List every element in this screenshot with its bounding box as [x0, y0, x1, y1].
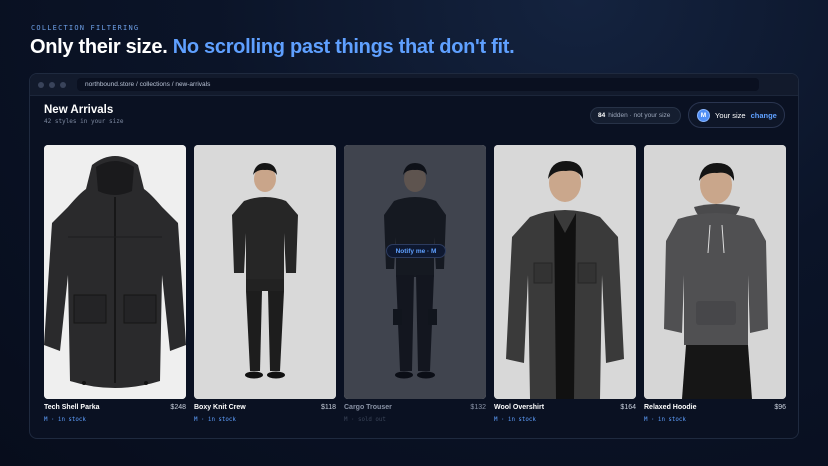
- product-name[interactable]: Boxy Knit Crew: [194, 404, 246, 411]
- product-price: $248: [170, 404, 186, 411]
- window-dot-icon[interactable]: [38, 81, 44, 88]
- change-size-link[interactable]: change: [751, 111, 777, 120]
- window-dot-icon[interactable]: [60, 81, 66, 88]
- page-header: New Arrivals 42 styles in your size: [44, 104, 123, 125]
- product-price: $118: [320, 404, 336, 411]
- product-image[interactable]: [644, 145, 786, 399]
- product-card[interactable]: Wool Overshirt $164 M · in stock: [494, 145, 636, 423]
- product-price: $164: [620, 404, 636, 411]
- hidden-count-badge: 84 hidden · not your size: [590, 107, 681, 124]
- product-card[interactable]: Boxy Knit Crew $118 M · in stock: [194, 145, 336, 423]
- notify-me-button[interactable]: Notify me · M: [386, 244, 446, 258]
- section-eyebrow: COLLECTION FILTERING: [31, 24, 140, 32]
- stock-status: M · in stock: [194, 417, 236, 423]
- headline: Only their size. No scrolling past thing…: [30, 36, 515, 59]
- window-dot-icon[interactable]: [49, 81, 55, 88]
- headline-secondary: No scrolling past things that don't fit.: [172, 36, 515, 58]
- stock-status: M · in stock: [644, 417, 686, 423]
- product-name[interactable]: Cargo Trouser: [344, 404, 392, 411]
- product-price: $132: [470, 404, 486, 411]
- browser-chrome: northbound.store / collections / new-arr…: [30, 74, 798, 96]
- stock-status: M · sold out: [344, 417, 386, 423]
- product-image[interactable]: Notify me · M: [344, 145, 486, 399]
- headline-primary: Only their size.: [30, 36, 168, 58]
- product-card[interactable]: Tech Shell Parka $248 M · in stock: [44, 145, 186, 423]
- address-bar[interactable]: northbound.store / collections / new-arr…: [77, 78, 759, 91]
- size-label: Your size: [715, 110, 746, 120]
- product-name[interactable]: Relaxed Hoodie: [644, 404, 697, 411]
- hidden-label: hidden · not your size: [608, 112, 671, 119]
- product-image[interactable]: [194, 145, 336, 399]
- browser-window: northbound.store / collections / new-arr…: [29, 73, 799, 439]
- product-name[interactable]: Wool Overshirt: [494, 404, 544, 411]
- product-price: $96: [774, 404, 786, 411]
- product-card[interactable]: Notify me · M Cargo Trouser $132 M · sol…: [344, 145, 486, 423]
- stock-status: M · in stock: [494, 417, 536, 423]
- size-selector[interactable]: M Your size change: [688, 102, 785, 128]
- hidden-count: 84: [598, 112, 606, 119]
- page-title: New Arrivals: [44, 104, 114, 116]
- product-image[interactable]: [494, 145, 636, 399]
- stock-status: M · in stock: [44, 417, 86, 423]
- product-card[interactable]: Relaxed Hoodie $96 M · in stock: [644, 145, 786, 423]
- size-badge: M: [697, 108, 710, 122]
- product-name[interactable]: Tech Shell Parka: [44, 404, 100, 411]
- page-subtitle: 42 styles in your size: [44, 118, 124, 125]
- product-image[interactable]: [44, 145, 186, 399]
